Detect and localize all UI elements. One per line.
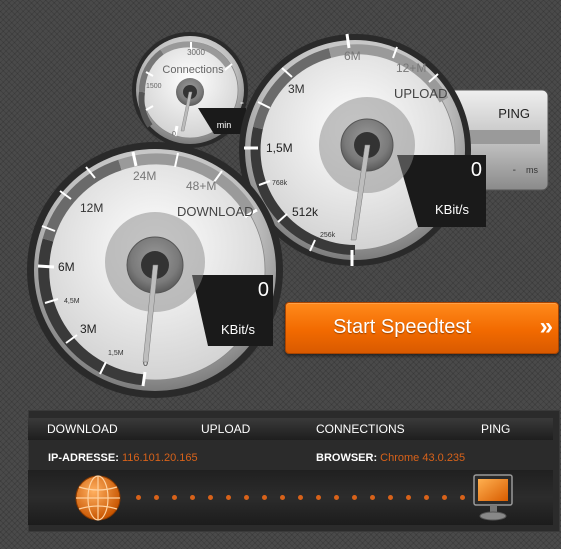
download-tick-1-5m: 1,5M: [108, 350, 124, 357]
download-gauge: 0 1,5M 3M 4,5M 6M 12M 24M 48+M DOWNLOAD …: [27, 142, 283, 398]
header-download: DOWNLOAD: [47, 422, 118, 436]
browser-value: Chrome 43.0.235: [380, 452, 466, 464]
ping-value: -: [513, 165, 516, 176]
download-tick-24m: 24M: [133, 169, 156, 183]
ping-unit: ms: [526, 165, 538, 175]
download-unit: KBit/s: [221, 322, 255, 337]
upload-tick-768k: 768k: [272, 180, 288, 187]
connections-tick-1500: 1500: [146, 83, 162, 90]
double-chevron-right-icon: »: [539, 313, 554, 340]
monitor-icon: [473, 474, 513, 521]
header-upload: UPLOAD: [201, 422, 251, 436]
browser-label: BROWSER:: [316, 452, 378, 464]
start-speedtest-label: Start Speedtest: [333, 316, 471, 338]
results-header: DOWNLOAD UPLOAD CONNECTIONS PING: [28, 418, 553, 440]
ip-label: IP-ADRESSE:: [48, 452, 119, 464]
download-tick-6m: 6M: [58, 260, 75, 274]
browser-info: BROWSER: Chrome 43.0.235: [316, 452, 465, 464]
upload-tick-12m: 12+M: [396, 61, 426, 75]
connections-gauge: 3000 1500 0 Connections - min: [132, 32, 248, 148]
download-label: DOWNLOAD: [177, 204, 254, 219]
globe-icon: [75, 475, 121, 521]
download-tick-3m: 3M: [80, 322, 97, 336]
upload-value: 0: [471, 159, 482, 181]
upload-tick-1-5m: 1,5M: [266, 141, 293, 155]
download-value: 0: [258, 279, 269, 301]
connections-tick-3000: 3000: [187, 48, 205, 57]
header-connections: CONNECTIONS: [316, 422, 405, 436]
download-tick-4-5m: 4,5M: [64, 298, 80, 305]
upload-unit: KBit/s: [435, 202, 469, 217]
connections-label: Connections: [162, 64, 224, 76]
upload-label: UPLOAD: [394, 86, 447, 101]
download-tick-48m: 48+M: [186, 179, 216, 193]
download-tick-12m: 12M: [80, 201, 103, 215]
ping-label: PING: [498, 106, 530, 121]
connections-value: -: [240, 95, 244, 109]
upload-tick-3m: 3M: [288, 82, 305, 96]
connections-tick-0: 0: [172, 131, 176, 138]
upload-tick-512k: 512k: [292, 205, 319, 219]
upload-tick-256k: 256k: [320, 232, 336, 239]
ip-value: 116.101.20.165: [121, 452, 198, 464]
header-ping: PING: [481, 422, 511, 436]
start-speedtest-button[interactable]: Start Speedtest »: [285, 302, 559, 354]
upload-tick-6m: 6M: [344, 49, 361, 63]
connections-unit: min: [217, 120, 232, 130]
ip-address-info: IP-ADRESSE: 116.101.20.165: [48, 452, 198, 464]
